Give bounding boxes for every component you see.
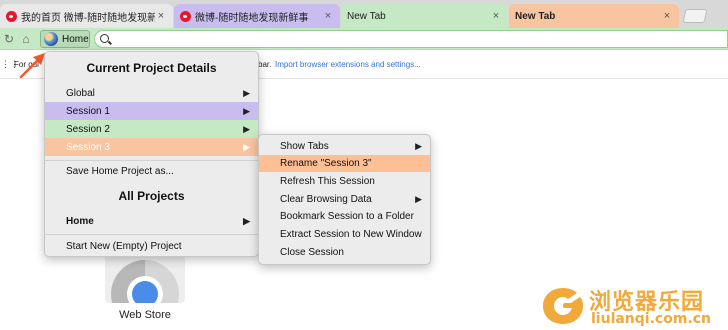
menu-item-label: Start New (Empty) Project [66, 240, 182, 252]
submenu-arrow-icon: ▶ [415, 194, 422, 204]
menu-divider [45, 160, 258, 161]
menu-item-label: Session 2 [66, 123, 110, 135]
submenu-arrow-icon: ▶ [243, 88, 250, 98]
watermark-logo-icon [543, 288, 583, 324]
menu-item-home-project[interactable]: Home ▶ [45, 212, 258, 230]
tab-title: 微博-随时随地发现新鲜事 [195, 12, 309, 24]
project-home-label: Home [62, 33, 89, 45]
menu-item-label: Rename "Session 3" [280, 158, 372, 169]
tab-new-tab-active[interactable]: New Tab × [509, 4, 679, 28]
project-home-button[interactable]: Home [40, 30, 90, 48]
reload-icon[interactable]: ↻ [1, 31, 17, 47]
menu-item-session-3[interactable]: Session 3 ▶ [45, 138, 258, 156]
tab-title: 我的首页 微博-随时随地发现新鲜事 [21, 12, 155, 24]
refresh-session-item[interactable]: Refresh This Session [259, 173, 430, 190]
menu-item-label: Session 1 [66, 105, 110, 117]
save-home-project-item[interactable]: Save Home Project as... [45, 162, 258, 180]
tab-new-tab[interactable]: New Tab × [341, 4, 508, 28]
close-tab-icon[interactable]: × [322, 10, 334, 22]
toolbar: ↻ ⌂ Home [0, 28, 728, 50]
tab-title: New Tab [515, 10, 556, 22]
chrome-web-store-icon [111, 260, 179, 303]
menu-item-label: Home [66, 215, 94, 227]
web-store-label: Web Store [119, 309, 171, 321]
close-session-item[interactable]: Close Session [259, 244, 430, 261]
browser-window: 我的首页 微博-随时随地发现新鲜事 × 微博-随时随地发现新鲜事 × New T… [0, 0, 728, 330]
tab-strip: 我的首页 微博-随时随地发现新鲜事 × 微博-随时随地发现新鲜事 × New T… [0, 0, 728, 28]
submenu-arrow-icon: ▶ [243, 106, 250, 116]
menu-item-session-2[interactable]: Session 2 ▶ [45, 120, 258, 138]
session-submenu: Show Tabs ▶ Rename "Session 3" Refresh T… [258, 134, 431, 265]
show-tabs-item[interactable]: Show Tabs ▶ [259, 138, 430, 155]
menu-item-label: Close Session [280, 247, 344, 258]
submenu-arrow-icon: ▶ [243, 124, 250, 134]
submenu-arrow-icon: ▶ [243, 142, 250, 152]
menu-item-session-1[interactable]: Session 1 ▶ [45, 102, 258, 120]
watermark-url: liulanqi.com.cn [591, 311, 712, 327]
menu-item-global[interactable]: Global ▶ [45, 84, 258, 102]
close-tab-icon[interactable]: × [155, 10, 167, 22]
menu-item-label: Session 3 [66, 141, 110, 153]
submenu-arrow-icon: ▶ [243, 216, 250, 226]
menu-item-label: Extract Session to New Window [280, 229, 422, 240]
menu-item-label: Bookmark Session to a Folder [280, 211, 414, 222]
import-bookmarks-link[interactable]: Import browser extensions and settings..… [275, 60, 421, 69]
weibo-icon [180, 10, 191, 22]
all-projects-header: All Projects [118, 189, 185, 203]
current-project-header: Current Project Details [86, 61, 217, 75]
search-icon [100, 34, 109, 43]
menu-item-label: Global [66, 87, 95, 99]
close-tab-icon[interactable]: × [490, 10, 502, 22]
rename-session-item[interactable]: Rename "Session 3" [259, 155, 430, 172]
tab-weibo[interactable]: 微博-随时随地发现新鲜事 × [174, 4, 340, 28]
menu-item-label: Clear Browsing Data [280, 194, 372, 205]
close-tab-icon[interactable]: × [661, 10, 673, 22]
menu-item-label: Save Home Project as... [66, 165, 174, 177]
menu-divider [45, 234, 258, 235]
tab-title: New Tab [347, 10, 386, 22]
menu-item-label: Show Tabs [280, 141, 329, 152]
home-icon[interactable]: ⌂ [18, 31, 34, 47]
address-bar[interactable] [94, 30, 728, 48]
clear-browsing-data-item[interactable]: Clear Browsing Data ▶ [259, 191, 430, 208]
bookmark-session-item[interactable]: Bookmark Session to a Folder [259, 208, 430, 225]
new-tab-button[interactable] [682, 9, 708, 23]
globe-icon [44, 32, 58, 46]
menu-item-label: Refresh This Session [280, 176, 375, 187]
weibo-icon [6, 10, 17, 22]
site-watermark: 浏览器乐园 liulanqi.com.cn [541, 282, 728, 330]
tab-weibo-home[interactable]: 我的首页 微博-随时随地发现新鲜事 × [0, 4, 173, 28]
web-store-tile[interactable] [105, 255, 185, 303]
project-menu: Current Project Details Global ▶ Session… [44, 51, 259, 257]
new-empty-project-item[interactable]: Start New (Empty) Project [45, 237, 258, 255]
extract-session-item[interactable]: Extract Session to New Window [259, 226, 430, 243]
submenu-arrow-icon: ▶ [415, 141, 422, 151]
bookmarks-hint-text-end: bar. [258, 60, 272, 69]
